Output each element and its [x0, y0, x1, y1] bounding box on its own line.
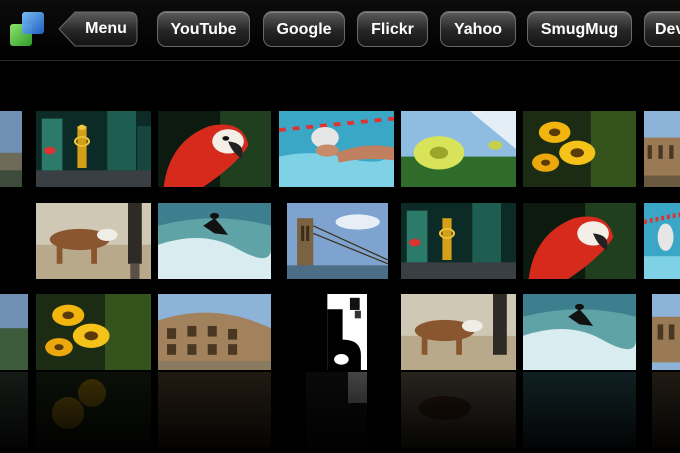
- photo-thumb-colosseum[interactable]: [644, 111, 680, 187]
- photo-thumb-sunflowers-2[interactable]: [36, 294, 151, 370]
- photo-thumb-red-parrot[interactable]: [158, 111, 271, 187]
- bookmark-google[interactable]: Google: [263, 11, 345, 47]
- photo-thumb-surfer[interactable]: [158, 203, 271, 279]
- photo-thumb-landscape-2[interactable]: [0, 294, 28, 370]
- toolbar: Menu YouTube Google Flickr Yahoo SmugMug…: [0, 0, 680, 61]
- photo-thumb-swimmer[interactable]: [279, 111, 394, 187]
- bookmark-dev[interactable]: Dev: [644, 11, 680, 47]
- photo-thumb-yellow-flower[interactable]: [401, 111, 516, 187]
- menu-button[interactable]: Menu: [58, 11, 138, 47]
- menu-button-label: Menu: [85, 20, 127, 37]
- photo-thumb-swimmer-2[interactable]: [644, 203, 680, 279]
- app-logo-blue-square: [22, 12, 44, 34]
- bookmark-youtube[interactable]: YouTube: [157, 11, 250, 47]
- photo-thumb-surfer-2[interactable]: [523, 294, 636, 370]
- bookmark-yahoo[interactable]: Yahoo: [440, 11, 516, 47]
- photo-thumb-dog-on-beach-2[interactable]: [401, 294, 516, 370]
- bookmark-flickr[interactable]: Flickr: [357, 11, 428, 47]
- photo-thumb-peace-sign-city-2[interactable]: [401, 203, 516, 279]
- photo-thumb-red-parrot-2[interactable]: [523, 203, 636, 279]
- bookmark-smugmug[interactable]: SmugMug: [527, 11, 632, 47]
- photo-thumb-peace-sign-city[interactable]: [36, 111, 151, 187]
- photo-thumb-colosseum-2[interactable]: [158, 294, 271, 370]
- photo-thumb-landscape[interactable]: [0, 111, 22, 187]
- photo-thumb-sunflowers[interactable]: [523, 111, 636, 187]
- photo-thumb-brooklyn-bridge[interactable]: [287, 203, 388, 279]
- reflection-fade-overlay: [0, 372, 680, 453]
- gallery-app-icon[interactable]: [10, 12, 48, 50]
- photo-thumb-abstract-bw[interactable]: [306, 294, 367, 370]
- photo-thumb-dog-on-beach[interactable]: [36, 203, 151, 279]
- photo-thumb-colosseum-3[interactable]: [652, 294, 680, 370]
